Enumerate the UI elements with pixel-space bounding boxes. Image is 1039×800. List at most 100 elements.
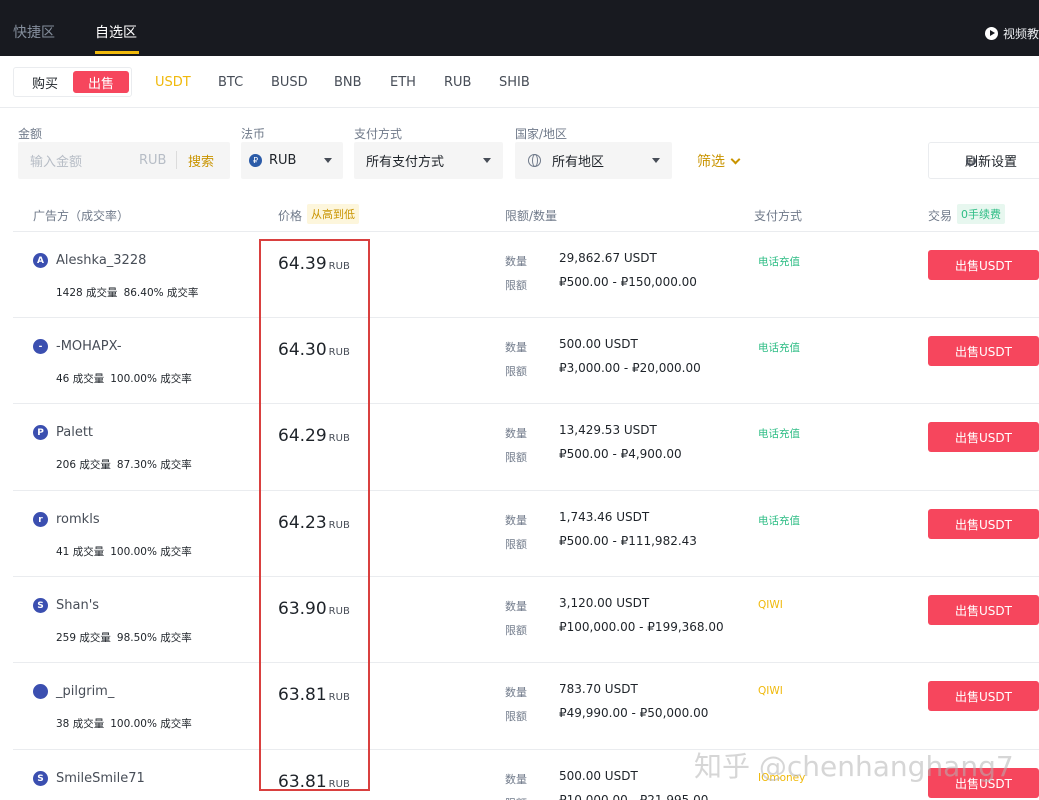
sell-button[interactable]: 出售 [73, 71, 129, 93]
order-count: 41 成交量 [56, 546, 105, 558]
fiat-select[interactable]: ₽ RUB [241, 142, 343, 179]
advertiser-name[interactable]: Palett [56, 425, 93, 440]
price-currency: RUB [328, 261, 350, 272]
limit-label: 限额 [505, 279, 527, 292]
play-icon [984, 27, 998, 40]
sell-usdt-button[interactable]: 出售USDT [928, 681, 1039, 711]
quantity-value: 500.00 USDT [559, 337, 638, 351]
globe-icon [528, 154, 541, 167]
table-row: P Palett 206 成交量 87.30% 成交率 64.29 RUB 数量 1… [13, 403, 1039, 489]
order-count: 1428 成交量 [56, 287, 118, 299]
tab-custom-zone[interactable]: 自选区 [95, 22, 137, 42]
fiat-value: RUB [269, 153, 297, 168]
price-sort-toggle[interactable]: 从高到低 [307, 204, 359, 224]
asset-tab-bnb[interactable]: BNB [334, 75, 362, 90]
advertiser-name[interactable]: Aleshka_3228 [56, 253, 146, 268]
avatar[interactable]: r [33, 512, 48, 527]
chevron-down-icon [652, 158, 660, 163]
advertiser-name[interactable]: romkls [56, 512, 100, 527]
amount-input[interactable]: 输入金额 [30, 151, 82, 170]
quantity-value: 3,120.00 USDT [559, 596, 650, 610]
avatar[interactable] [33, 684, 48, 699]
order-count: 46 成交量 [56, 373, 105, 385]
limit-value: ₽500.00 - ₽4,900.00 [559, 447, 682, 461]
chevron-down-icon [730, 154, 741, 164]
asset-selector-row: 购买 出售 USDT BTC BUSD BNB ETH RUB SHIB [0, 56, 1039, 108]
advertiser-name[interactable]: SmileSmile71 [56, 771, 145, 786]
avatar[interactable]: P [33, 425, 48, 440]
limit-value: ₽500.00 - ₽150,000.00 [559, 275, 697, 289]
order-count: 38 成交量 [56, 718, 105, 730]
advertiser-stats: 259 成交量 98.50% 成交率 [56, 630, 192, 645]
advertiser-name[interactable]: _pilgrim_ [56, 684, 114, 699]
sell-usdt-button[interactable]: 出售USDT [928, 595, 1039, 625]
buy-button[interactable]: 购买 [18, 71, 72, 93]
payment-select[interactable]: 所有支付方式 [354, 142, 503, 179]
amount-field[interactable]: 输入金额 RUB 搜索 [18, 142, 230, 179]
sell-usdt-button[interactable]: 出售USDT [928, 422, 1039, 452]
price-currency: RUB [328, 433, 350, 444]
ad-price: 64.39 RUB [278, 254, 350, 274]
completion-rate: 100.00% 成交率 [110, 373, 192, 385]
asset-tab-usdt[interactable]: USDT [155, 75, 191, 90]
limit-value: ₽100,000.00 - ₽199,368.00 [559, 620, 724, 634]
region-label: 国家/地区 [515, 127, 568, 141]
refresh-icon [966, 156, 976, 166]
top-nav-bar: 快捷区 自选区 视频教 [0, 0, 1039, 56]
asset-tab-rub[interactable]: RUB [444, 75, 471, 90]
chevron-down-icon [483, 158, 491, 163]
limit-label: 限额 [505, 795, 527, 800]
price-value: 64.29 [278, 426, 327, 446]
quantity-value: 500.00 USDT [559, 769, 638, 783]
advertiser-stats: 41 成交量 100.00% 成交率 [56, 544, 192, 559]
video-tutorial-link[interactable]: 视频教 [984, 25, 1039, 42]
refresh-settings-button[interactable]: 刷新设置 [928, 142, 1039, 179]
amount-label: 金额 [18, 127, 43, 141]
divider [176, 151, 177, 169]
ad-price: 64.29 RUB [278, 426, 350, 446]
price-value: 63.81 [278, 772, 327, 792]
ad-price: 64.23 RUB [278, 513, 350, 533]
tab-quick-zone[interactable]: 快捷区 [13, 22, 55, 42]
avatar[interactable]: S [33, 598, 48, 613]
avatar[interactable]: - [33, 339, 48, 354]
video-tutorial-label: 视频教 [1002, 27, 1039, 41]
order-count: 206 成交量 [56, 459, 111, 471]
asset-tab-busd[interactable]: BUSD [271, 75, 308, 90]
quantity-value: 29,862.67 USDT [559, 251, 657, 265]
quantity-value: 1,743.46 USDT [559, 510, 650, 524]
completion-rate: 98.50% 成交率 [116, 632, 192, 644]
sell-usdt-button[interactable]: 出售USDT [928, 336, 1039, 366]
chevron-down-icon [324, 158, 332, 163]
quantity-value: 783.70 USDT [559, 682, 638, 696]
payment-method-tag: QIWI [758, 685, 783, 697]
sell-usdt-button[interactable]: 出售USDT [928, 509, 1039, 539]
quantity-label: 数量 [505, 686, 527, 699]
advertiser-name[interactable]: -MOHAPX- [56, 339, 122, 354]
limit-label: 限额 [505, 365, 527, 378]
column-header-limit: 限额/数量 [505, 209, 558, 223]
ad-price: 63.81 RUB [278, 772, 350, 792]
avatar[interactable]: A [33, 253, 48, 268]
price-value: 64.30 [278, 340, 327, 360]
advertiser-name[interactable]: Shan's [56, 598, 99, 613]
region-select[interactable]: 所有地区 [515, 142, 672, 179]
table-row: _pilgrim_ 38 成交量 100.00% 成交率 63.81 RUB 数量 … [13, 662, 1039, 748]
screen-filter-button[interactable]: 筛选 [697, 151, 741, 171]
search-button[interactable]: 搜索 [188, 151, 214, 170]
avatar[interactable]: S [33, 771, 48, 786]
advertiser-stats: 1428 成交量 86.40% 成交率 [56, 285, 198, 300]
price-currency: RUB [328, 520, 350, 531]
asset-tab-eth[interactable]: ETH [390, 75, 416, 90]
asset-tab-btc[interactable]: BTC [218, 75, 243, 90]
payment-method-tag: 电话充值 [758, 515, 800, 527]
quantity-label: 数量 [505, 600, 527, 613]
payment-method-tag: QIWI [758, 599, 783, 611]
sell-usdt-button[interactable]: 出售USDT [928, 250, 1039, 280]
asset-tab-shib[interactable]: SHIB [499, 75, 530, 90]
payment-method-tag: 电话充值 [758, 342, 800, 354]
price-value: 63.90 [278, 599, 327, 619]
column-header-payment: 支付方式 [754, 209, 803, 223]
ad-price: 63.90 RUB [278, 599, 350, 619]
payment-method-tag: 电话充值 [758, 256, 800, 268]
